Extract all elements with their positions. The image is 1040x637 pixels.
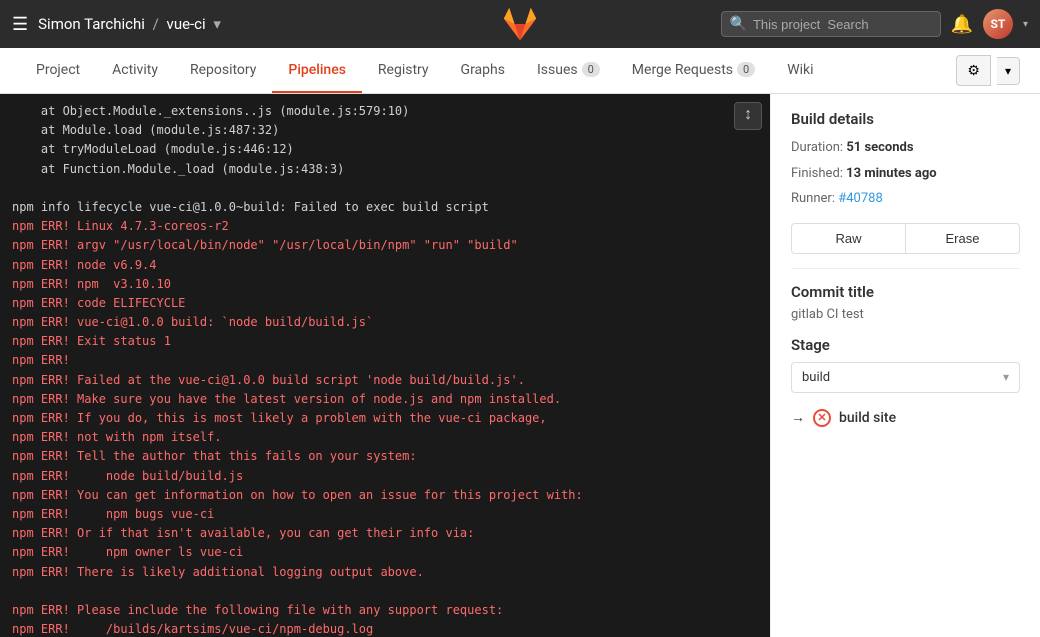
runner-link[interactable]: #40788 [838, 191, 883, 206]
finished-label: Finished: [791, 166, 843, 181]
breadcrumb-user[interactable]: Simon Tarchichi [38, 15, 145, 33]
settings-button[interactable]: ⚙ [956, 55, 991, 86]
build-link-arrow-icon: → [791, 409, 805, 426]
avatar-chevron-icon[interactable]: ▾ [1023, 19, 1028, 30]
breadcrumb-separator: / [153, 15, 159, 33]
breadcrumb-project[interactable]: vue-ci [167, 15, 206, 33]
runner-row: Runner: #40788 [791, 189, 1020, 209]
duration-value: 51 seconds [846, 140, 913, 155]
subnav-right: ⚙ ▾ [956, 55, 1020, 86]
bell-icon[interactable]: 🔔 [951, 14, 973, 35]
search-input[interactable] [753, 17, 932, 32]
settings-chevron-button[interactable]: ▾ [997, 57, 1020, 85]
sidebar: Build details Duration: 51 seconds Finis… [770, 94, 1040, 637]
subnav-item-registry[interactable]: Registry [362, 48, 445, 93]
runner-label: Runner: [791, 191, 835, 206]
raw-button[interactable]: Raw [791, 223, 906, 254]
navbar-left: ☰ Simon Tarchichi / vue-ci ▾ [12, 14, 502, 35]
subnav-item-activity[interactable]: Activity [96, 48, 174, 93]
stage-value: build [802, 370, 830, 385]
main-content: ↕ at Object.Module._extensions..js (modu… [0, 94, 1040, 637]
subnav-item-repository[interactable]: Repository [174, 48, 272, 93]
navbar-center [502, 6, 538, 42]
terminal-log-lines: at Object.Module._extensions..js (module… [12, 102, 758, 637]
sidebar-divider-1 [791, 268, 1020, 269]
subnav-left: Project Activity Repository Pipelines Re… [20, 48, 830, 93]
finished-row: Finished: 13 minutes ago [791, 164, 1020, 184]
gitlab-logo[interactable] [502, 6, 538, 42]
raw-erase-buttons: Raw Erase [791, 223, 1020, 254]
erase-button[interactable]: Erase [906, 223, 1020, 254]
build-failed-icon: ✕ [813, 409, 831, 427]
subnav: Project Activity Repository Pipelines Re… [0, 48, 1040, 94]
duration-row: Duration: 51 seconds [791, 138, 1020, 158]
breadcrumb-chevron: ▾ [213, 15, 221, 33]
navbar-right: 🔍 🔔 ST ▾ [538, 9, 1028, 39]
commit-title-label: Commit title [791, 283, 1020, 301]
top-navbar: ☰ Simon Tarchichi / vue-ci ▾ 🔍 🔔 ST ▾ [0, 0, 1040, 48]
subnav-item-pipelines[interactable]: Pipelines [272, 48, 362, 93]
search-icon: 🔍 [730, 16, 747, 32]
terminal-area[interactable]: ↕ at Object.Module._extensions..js (modu… [0, 94, 770, 637]
issues-badge: 0 [582, 62, 600, 77]
stage-dropdown[interactable]: build ▾ [791, 362, 1020, 393]
subnav-item-graphs[interactable]: Graphs [445, 48, 521, 93]
build-link-row: → ✕ build site [791, 409, 1020, 427]
stage-label: Stage [791, 336, 1020, 354]
duration-label: Duration: [791, 140, 843, 155]
breadcrumb: Simon Tarchichi / vue-ci ▾ [38, 15, 225, 33]
subnav-item-project[interactable]: Project [20, 48, 96, 93]
subnav-item-issues[interactable]: Issues 0 [521, 48, 616, 93]
commit-title-value: gitlab CI test [791, 307, 1020, 322]
hamburger-icon[interactable]: ☰ [12, 14, 28, 35]
scroll-to-bottom-button[interactable]: ↕ [734, 102, 762, 130]
finished-value: 13 minutes ago [846, 166, 936, 181]
subnav-item-merge-requests[interactable]: Merge Requests 0 [616, 48, 771, 93]
build-link-text[interactable]: build site [839, 410, 896, 426]
merge-requests-badge: 0 [737, 62, 755, 77]
stage-dropdown-chevron-icon: ▾ [1003, 370, 1009, 384]
subnav-item-wiki[interactable]: Wiki [771, 48, 829, 93]
avatar[interactable]: ST [983, 9, 1013, 39]
search-box[interactable]: 🔍 [721, 11, 941, 37]
build-details-title: Build details [791, 110, 1020, 128]
